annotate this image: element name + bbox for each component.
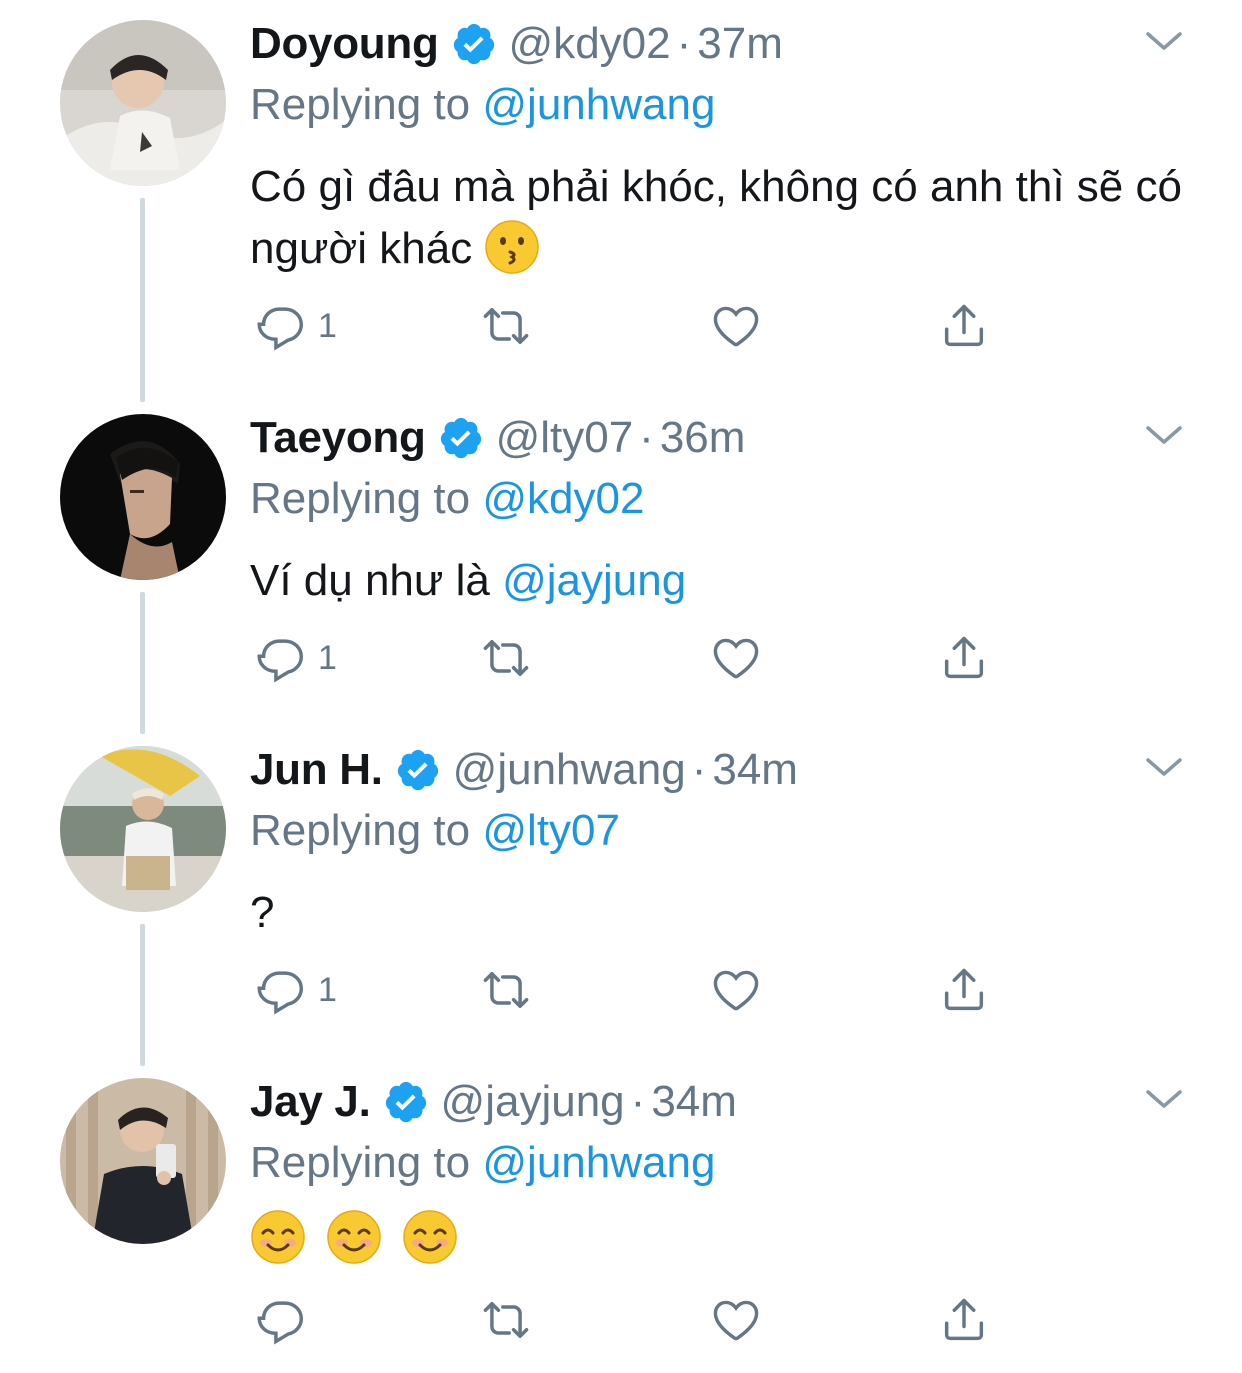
reply-button[interactable]: 1	[256, 632, 337, 684]
tweet[interactable]: Jay J. @jayjung · 34m Replying to @junhw…	[0, 1074, 1242, 1373]
smiling-face-emoji	[250, 1209, 306, 1265]
retweet-button[interactable]	[480, 300, 532, 352]
reply-button[interactable]: 1	[256, 300, 337, 352]
tweet-text: Có gì đâu mà phải khóc, không có anh thì…	[250, 156, 1190, 280]
replying-to-label: Replying to	[250, 80, 471, 129]
tweet[interactable]: Doyoung @kdy02 · 37m Replying to @junhwa…	[0, 16, 1242, 396]
avatar-image	[60, 20, 226, 186]
share-icon	[944, 1298, 984, 1341]
avatar[interactable]	[60, 1078, 226, 1244]
handle[interactable]: @lty07	[496, 413, 634, 463]
tweet-text-content: Ví dụ như là	[250, 556, 490, 605]
reply-icon	[257, 1301, 304, 1345]
like-button[interactable]	[710, 300, 762, 352]
avatar[interactable]	[60, 20, 226, 186]
tweet-text: ?	[250, 882, 1190, 944]
reply-count: 1	[318, 306, 337, 345]
avatar-image	[60, 414, 226, 580]
retweet-button[interactable]	[480, 1294, 532, 1346]
display-name[interactable]: Jay J.	[250, 1077, 371, 1127]
display-name[interactable]: Taeyong	[250, 413, 426, 463]
smiling-face-emoji	[326, 1209, 382, 1265]
verified-badge-icon	[451, 21, 497, 67]
share-button[interactable]	[938, 300, 990, 352]
verified-badge-icon	[395, 747, 441, 793]
retweet-icon	[483, 972, 529, 1008]
separator-dot: ·	[639, 413, 654, 462]
heart-icon	[713, 1300, 759, 1341]
avatar-image	[60, 746, 226, 912]
retweet-icon	[483, 308, 529, 344]
separator-dot: ·	[630, 1077, 646, 1126]
replying-to: Replying to @kdy02	[250, 474, 644, 524]
chevron-down-icon[interactable]	[1144, 26, 1184, 56]
replying-to: Replying to @junhwang	[250, 1138, 715, 1188]
reply-icon	[257, 307, 304, 351]
replying-to-mention[interactable]: @junhwang	[482, 1138, 715, 1187]
display-name[interactable]: Jun H.	[250, 745, 383, 795]
reply-count: 1	[318, 638, 337, 677]
heart-icon	[713, 306, 759, 347]
share-icon	[944, 968, 984, 1011]
action-bar: 1	[250, 632, 1010, 684]
tweet-text-content: ?	[250, 888, 275, 937]
retweet-button[interactable]	[480, 632, 532, 684]
share-button[interactable]	[938, 964, 990, 1016]
replying-to-label: Replying to	[250, 474, 471, 523]
like-button[interactable]	[710, 632, 762, 684]
avatar-image	[60, 1078, 226, 1244]
handle[interactable]: @junhwang	[453, 745, 686, 795]
avatar[interactable]	[60, 414, 226, 580]
tweet-text	[250, 1208, 1190, 1270]
share-icon	[944, 304, 984, 347]
smiling-face-emoji	[402, 1209, 458, 1265]
heart-icon	[713, 638, 759, 679]
action-bar	[250, 1294, 1010, 1346]
tweet[interactable]: Taeyong @lty07 · 36m Replying to @kdy02 …	[0, 410, 1242, 730]
replying-to-mention[interactable]: @junhwang	[482, 80, 715, 129]
share-icon	[944, 636, 984, 679]
handle[interactable]: @kdy02	[509, 19, 671, 69]
reply-button[interactable]: 1	[256, 964, 337, 1016]
tweet[interactable]: Jun H. @junhwang · 34m Replying to @lty0…	[0, 742, 1242, 1062]
handle[interactable]: @jayjung	[441, 1077, 625, 1127]
retweet-icon	[483, 640, 529, 676]
action-bar: 1	[250, 964, 1010, 1016]
display-name[interactable]: Doyoung	[250, 19, 439, 69]
separator-dot: ·	[691, 745, 707, 794]
reply-icon	[257, 971, 304, 1015]
separator-dot: ·	[676, 19, 692, 68]
replying-to-mention[interactable]: @lty07	[482, 806, 620, 855]
timestamp[interactable]: 36m	[660, 413, 746, 463]
replying-to-mention[interactable]: @kdy02	[482, 474, 644, 523]
action-bar: 1	[250, 300, 1010, 352]
heart-icon	[713, 970, 759, 1011]
reply-count: 1	[318, 970, 337, 1009]
replying-to-label: Replying to	[250, 1138, 471, 1187]
retweet-icon	[483, 1302, 529, 1338]
like-button[interactable]	[710, 964, 762, 1016]
like-button[interactable]	[710, 1294, 762, 1346]
reply-button[interactable]	[256, 1294, 318, 1346]
kissing-face-emoji	[484, 219, 540, 275]
replying-to-label: Replying to	[250, 806, 471, 855]
tweet-text-mention[interactable]: @jayjung	[502, 556, 686, 605]
share-button[interactable]	[938, 1294, 990, 1346]
timestamp[interactable]: 37m	[697, 19, 783, 69]
replying-to: Replying to @lty07	[250, 806, 620, 856]
verified-badge-icon	[438, 415, 484, 461]
timestamp[interactable]: 34m	[651, 1077, 737, 1127]
chevron-down-icon[interactable]	[1144, 1084, 1184, 1114]
verified-badge-icon	[383, 1079, 429, 1125]
chevron-down-icon[interactable]	[1144, 420, 1184, 450]
retweet-button[interactable]	[480, 964, 532, 1016]
tweet-text: Ví dụ như là @jayjung	[250, 550, 1190, 612]
tweet-text-content: Có gì đâu mà phải khóc, không có anh thì…	[250, 162, 1182, 273]
avatar[interactable]	[60, 746, 226, 912]
chevron-down-icon[interactable]	[1144, 752, 1184, 782]
replying-to: Replying to @junhwang	[250, 80, 715, 130]
share-button[interactable]	[938, 632, 990, 684]
timestamp[interactable]: 34m	[712, 745, 798, 795]
reply-icon	[257, 639, 304, 683]
